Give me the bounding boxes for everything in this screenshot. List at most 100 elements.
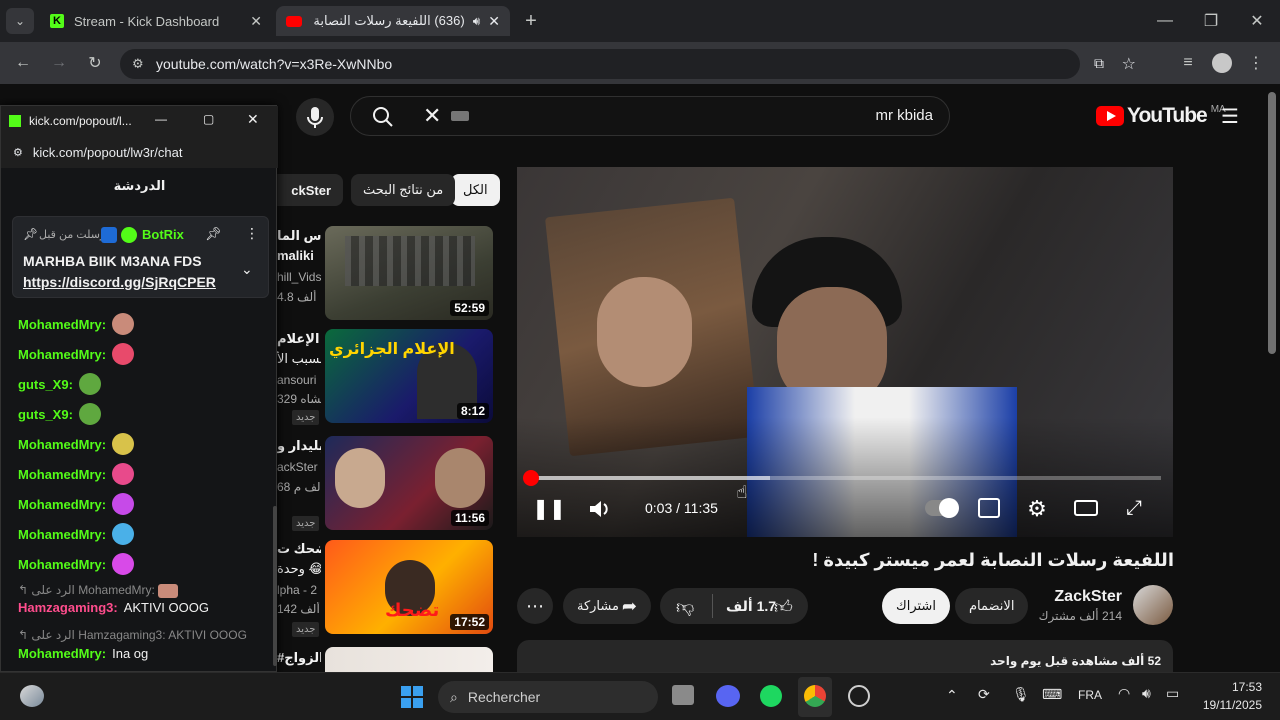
chat-username[interactable]: MohamedMry: [18,347,106,362]
back-button[interactable]: ← [10,50,36,76]
chat-message[interactable]: guts_X9: [18,373,101,395]
clear-search-icon[interactable]: ✕ [423,103,441,129]
chat-message[interactable]: MohamedMry: [18,433,135,455]
discord-icon[interactable] [716,685,740,707]
weather-widget-icon[interactable] [20,685,44,707]
fullscreen-button[interactable]: ⤢ [1122,496,1146,520]
search-icon[interactable] [371,105,395,129]
channel-name[interactable]: ZackSter [1020,588,1122,606]
chat-username[interactable]: MohamedMry: [18,497,106,512]
video-player[interactable] [517,167,1173,537]
new-tab-button[interactable]: + [518,8,544,34]
wifi-icon[interactable]: ◠ [1118,685,1130,702]
chevron-down-icon[interactable]: ⌄ [241,261,253,278]
speaker-icon[interactable]: 🔊︎ [473,14,481,29]
keyboard-icon[interactable] [451,111,469,121]
chip-from-search[interactable]: من نتائج البحث [351,174,456,206]
chat-message[interactable]: Hamzagaming3: AKTIVI OOOG [18,600,209,615]
chat-username[interactable]: Hamzagaming3: [18,600,118,615]
close-icon[interactable]: ✕ [247,111,259,128]
chat-message[interactable]: MohamedMry: [18,493,135,515]
guide-menu-button[interactable]: ☰ [1218,104,1242,128]
chat-scrollbar[interactable] [273,506,277,666]
chevron-up-icon[interactable]: ⌃ [946,687,958,704]
chrome-taskbar-button[interactable] [798,677,832,717]
tab-kick-dashboard[interactable]: K Stream - Kick Dashboard ✕ [40,6,272,36]
chat-username[interactable]: MohamedMry: [18,646,106,661]
related-title[interactable]: لوبليدار و [277,438,321,454]
related-title[interactable]: #الزواج [277,650,321,666]
pinned-link[interactable]: https://discord.gg/SjRqCPER [23,274,216,290]
chat-message[interactable]: MohamedMry: [18,463,135,485]
like-count[interactable]: 1.7 ألف [726,598,776,615]
dislike-icon[interactable]: 👎︎ [676,596,694,618]
taskbar-search[interactable]: ⌕ Rechercher [438,681,658,713]
theater-mode-icon[interactable] [1074,500,1098,516]
related-title-line[interactable]: بسبب الأ [277,351,321,367]
related-title[interactable]: تضحك ت [277,541,321,557]
chat-username[interactable]: guts_X9: [18,407,73,422]
autoplay-toggle[interactable] [925,498,959,518]
related-channel[interactable]: ackSter [277,460,321,474]
chip-all[interactable]: الكل [451,174,500,206]
chat-username[interactable]: MohamedMry: [18,527,106,542]
pause-button[interactable]: ❚❚ [532,496,566,520]
subtitles-icon[interactable] [978,498,1000,518]
browser-menu-button[interactable]: ⋮ [1246,50,1266,76]
related-title-line[interactable]: maliki [277,248,321,263]
close-icon[interactable]: ✕ [488,13,500,30]
tab-search-button[interactable]: ⌄ [6,8,34,34]
battery-icon[interactable]: ▭ [1166,685,1179,702]
restore-button[interactable]: ❐ [1196,8,1226,34]
search-box[interactable]: ✕ mr kbida [350,96,950,136]
related-channel[interactable]: hill_Vids [277,270,321,284]
related-title[interactable]: الياس الما [277,228,321,244]
chat-message[interactable]: MohamedMry: [18,343,135,365]
related-thumbnail[interactable]: الإعلام الجزائري 8:12 [325,329,493,423]
mute-button[interactable] [586,496,612,522]
media-control-button[interactable]: ≡ [1176,50,1200,76]
related-title[interactable]: الإعلام [277,331,321,347]
search-input[interactable]: mr kbida [875,107,933,124]
pin-icon[interactable]: 📌︎ [205,226,222,242]
channel-avatar[interactable] [1133,585,1173,625]
minimize-icon[interactable]: — [155,112,167,126]
popup-url-bar[interactable]: ⚙︎ kick.com/popout/lw3r/chat [1,136,278,168]
keyboard-icon[interactable]: ⌨︎ [1042,686,1062,703]
forward-button[interactable]: → [46,50,72,76]
join-button[interactable]: الانضمام [955,588,1029,624]
restore-icon[interactable]: ▢ [203,112,214,126]
obs-icon[interactable] [848,685,870,707]
star-icon[interactable]: ☆ [1122,54,1136,74]
tab-youtube[interactable]: (636) اللفيعة رسلات النصابة 🔊︎ ✕ [276,6,510,36]
chat-username[interactable]: guts_X9: [18,377,73,392]
chat-username[interactable]: MohamedMry: [18,317,106,332]
related-channel[interactable]: lpha - 2 [277,583,321,597]
clock-time[interactable]: 17:53 [1196,680,1262,694]
volume-icon[interactable]: 🔊︎ [1142,685,1151,702]
related-title-line[interactable]: وحدة 😂 [277,561,321,577]
site-info-icon[interactable]: ⚙︎ [132,56,144,72]
page-scrollbar[interactable] [1268,92,1276,354]
minimize-button[interactable]: — [1150,8,1180,34]
chat-username[interactable]: MohamedMry: [18,467,106,482]
close-icon[interactable]: ✕ [250,13,262,30]
related-thumbnail[interactable] [325,647,493,672]
related-thumbnail[interactable]: تضحك 17:52 [325,540,493,634]
chat-message[interactable]: guts_X9: [18,403,101,425]
profile-avatar[interactable] [1212,53,1232,73]
chat-username[interactable]: MohamedMry: [18,557,106,572]
chat-message[interactable]: MohamedMry: [18,553,135,575]
close-window-button[interactable]: ✕ [1242,8,1272,34]
scrubber-handle[interactable] [523,470,539,486]
related-thumbnail[interactable]: 11:56 [325,436,493,530]
spotify-icon[interactable] [760,685,782,707]
microphone-icon[interactable]: 🎙︎ [1012,686,1030,703]
youtube-logo[interactable]: YouTube MA [1096,104,1226,128]
reload-button[interactable]: ↻ [82,50,108,76]
language-indicator[interactable]: FRA [1078,688,1102,702]
install-app-icon[interactable]: ⧉ [1094,55,1104,72]
voice-search-button[interactable] [296,98,334,136]
like-icon[interactable]: 👍︎ [774,596,793,618]
start-button[interactable] [398,683,426,711]
